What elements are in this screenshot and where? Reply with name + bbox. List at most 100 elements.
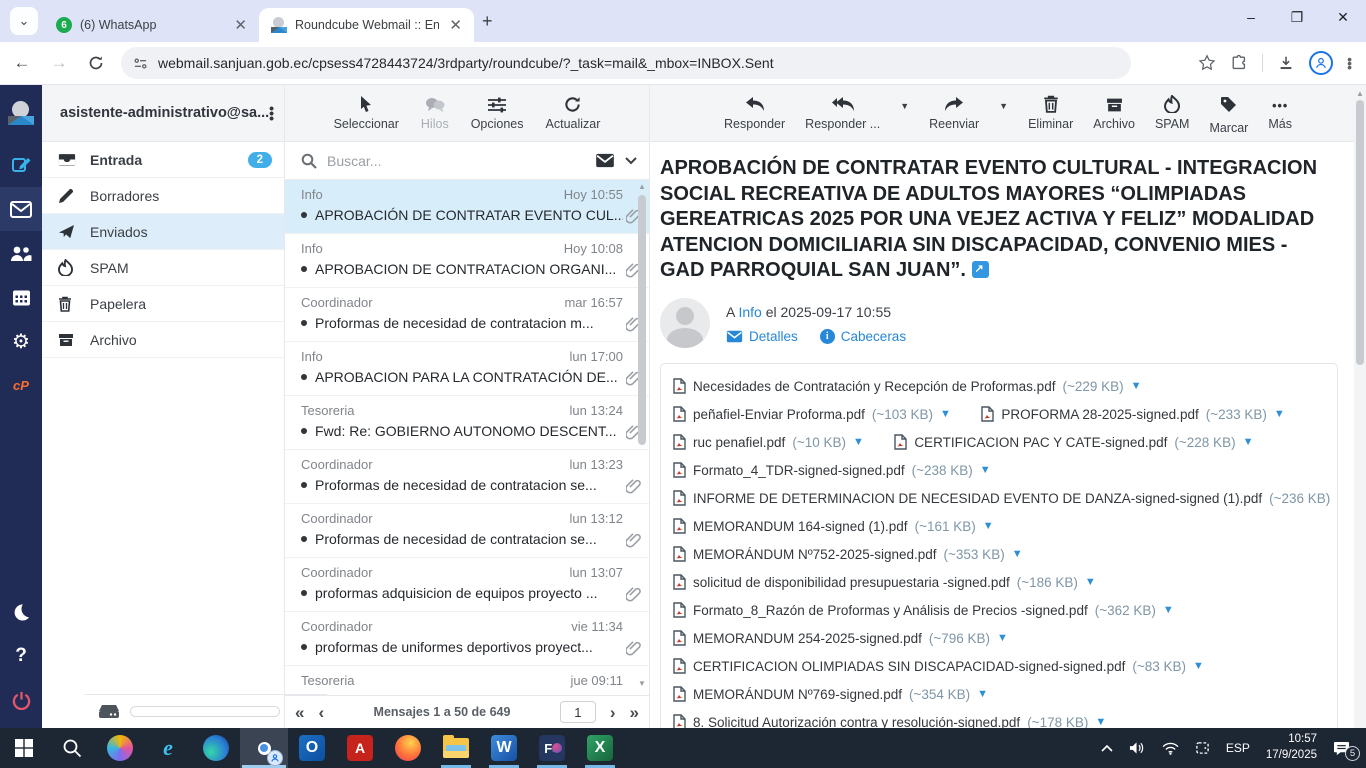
forward-button[interactable]: Reenviar [929,93,979,131]
page-number-input[interactable] [559,701,596,723]
tab-roundcube[interactable]: Roundcube Webmail :: Enviados ✕ [259,8,474,42]
forward-caret-icon[interactable]: ▼ [999,101,1008,111]
attachment-item[interactable]: PROFORMA 28-2025-signed.pdf (~233 KB) ▼ [981,400,1285,428]
prev-page-button[interactable]: ‹ [318,704,324,721]
message-row[interactable]: Coordinador lun 13:12 Proformas de neces… [285,504,649,558]
scroll-up-icon[interactable]: ▲ [637,182,647,191]
attachment-item[interactable]: MEMORANDUM 164-signed (1).pdf (~161 KB) … [673,512,994,540]
recipient-link[interactable]: Info [738,304,761,320]
new-tab-button[interactable]: + [482,11,493,32]
message-row[interactable]: Tesoreria jue 09:11 [285,666,649,695]
last-page-button[interactable]: » [630,704,639,721]
attachment-menu-caret-icon[interactable]: ▼ [1085,576,1096,588]
notification-center-button[interactable]: 5 [1333,741,1360,761]
search-options-chevron-icon[interactable] [625,156,637,165]
attachment-item[interactable]: MEMORÁNDUM Nº752-2025-signed.pdf (~353 K… [673,540,1023,568]
wifi-icon[interactable] [1162,742,1179,755]
taskbar-search-button[interactable] [48,728,96,768]
details-toggle[interactable]: Detalles [726,329,798,344]
delete-button[interactable]: Eliminar [1028,93,1073,131]
tab-search-button[interactable]: ⌄ [10,7,38,35]
message-row[interactable]: Coordinador lun 13:23 Proformas de neces… [285,450,649,504]
message-row[interactable]: Info Hoy 10:08 APROBACION DE CONTRATACIO… [285,234,649,288]
taskbar-outlook-button[interactable]: O [288,728,336,768]
attachment-item[interactable]: Formato_4_TDR-signed-signed.pdf (~238 KB… [673,456,991,484]
folder-archivo[interactable]: Archivo [42,322,284,358]
first-page-button[interactable]: « [295,704,304,721]
more-button[interactable]: ••• Más [1268,93,1292,131]
site-settings-icon[interactable] [133,56,148,71]
attachment-menu-caret-icon[interactable]: ▼ [1095,716,1106,728]
taskbar-file-explorer-button[interactable] [432,728,480,768]
logout-icon[interactable] [0,678,42,722]
back-button[interactable]: ← [7,48,37,78]
folder-papelera[interactable]: Papelera [42,286,284,322]
folder-enviados[interactable]: Enviados [42,214,284,250]
message-row[interactable]: Info Hoy 10:55 APROBACIÓN DE CONTRATAR E… [285,180,649,234]
contacts-icon[interactable] [0,231,42,275]
taskbar-excel-button[interactable]: X [576,728,624,768]
close-button[interactable]: ✕ [1320,0,1366,34]
device-icon[interactable] [1195,741,1210,755]
extensions-icon[interactable] [1230,54,1248,72]
folder-spam[interactable]: SPAM [42,250,284,286]
taskbar-word-button[interactable]: W [480,728,528,768]
attachment-menu-caret-icon[interactable]: ▼ [853,436,864,448]
attachment-menu-caret-icon[interactable]: ▼ [983,520,994,532]
options-button[interactable]: Opciones [471,93,524,131]
taskbar-edge-button[interactable] [192,728,240,768]
folder-borradores[interactable]: Borradores [42,178,284,214]
reading-scrollbar[interactable]: ▲ [1354,85,1366,728]
taskbar-acrobat-button[interactable]: A [336,728,384,768]
reply-all-button[interactable]: Responder ... [805,93,880,131]
address-bar[interactable]: webmail.sanjuan.gob.ec/cpsess4728443724/… [121,47,1131,79]
attachment-menu-caret-icon[interactable]: ▼ [980,464,991,476]
taskbar-ie-button[interactable]: e [144,728,192,768]
message-row[interactable]: Info lun 17:00 APROBACION PARA LA CONTRA… [285,342,649,396]
folder-entrada[interactable]: Entrada 2 [42,142,284,178]
attachment-menu-caret-icon[interactable]: ▼ [1243,436,1254,448]
tray-chevron-icon[interactable] [1101,744,1113,752]
settings-icon[interactable]: ⚙ [0,319,42,363]
scroll-down-icon[interactable]: ▼ [637,679,647,688]
account-menu-icon[interactable]: • • • [269,101,274,125]
attachment-item[interactable]: ruc penafiel.pdf (~10 KB) ▼ [673,428,864,456]
attachment-item[interactable]: Necesidades de Contratación y Recepción … [673,372,1142,400]
downloads-icon[interactable] [1277,54,1295,72]
attachment-menu-caret-icon[interactable]: ▼ [1274,408,1285,420]
cpanel-icon[interactable]: cP [0,363,42,407]
attachment-menu-caret-icon[interactable]: ▼ [1012,548,1023,560]
search-input[interactable] [327,152,585,169]
clock[interactable]: 10:57 17/9/2025 [1266,732,1317,763]
taskbar-firefox-button[interactable] [384,728,432,768]
tab-close-icon[interactable]: ✕ [447,16,464,34]
volume-icon[interactable] [1129,741,1146,755]
forward-button[interactable]: → [44,48,74,78]
list-scrollbar[interactable]: ▲ ▼ [637,182,647,688]
attachment-item[interactable]: Formato_8_Razón de Proformas y Análisis … [673,596,1174,624]
scroll-up-icon[interactable]: ▲ [1354,85,1366,98]
browser-menu-icon[interactable]: • • • [1347,52,1352,74]
attachment-item[interactable]: CERTIFICACION OLIMPIADAS SIN DISCAPACIDA… [673,652,1204,680]
attachment-item[interactable]: MEMORÁNDUM Nº769-signed.pdf (~354 KB) ▼ [673,680,988,708]
archive-button[interactable]: Archivo [1093,93,1135,131]
attachment-menu-caret-icon[interactable]: ▼ [997,632,1008,644]
reply-button[interactable]: Responder [724,93,785,131]
spam-button[interactable]: SPAM [1155,93,1189,131]
start-button[interactable] [0,728,48,768]
threads-button[interactable]: Hilos [421,93,449,131]
compose-icon[interactable] [0,143,42,187]
dark-mode-icon[interactable] [0,590,42,634]
tab-close-icon[interactable]: ✕ [232,16,249,34]
reply-all-caret-icon[interactable]: ▼ [900,101,909,111]
scrollbar-thumb[interactable] [1356,100,1364,365]
mark-button[interactable]: Marcar [1209,93,1248,135]
next-page-button[interactable]: › [610,704,616,721]
profile-icon[interactable] [1309,51,1334,75]
language-indicator[interactable]: ESP [1226,741,1250,755]
attachment-menu-caret-icon[interactable]: ▼ [940,408,951,420]
restore-button[interactable]: ❐ [1274,0,1320,34]
external-link-icon[interactable] [971,261,989,279]
attachment-item[interactable]: MEMORANDUM 254-2025-signed.pdf (~796 KB)… [673,624,1008,652]
headers-toggle[interactable]: i Cabeceras [819,328,906,344]
